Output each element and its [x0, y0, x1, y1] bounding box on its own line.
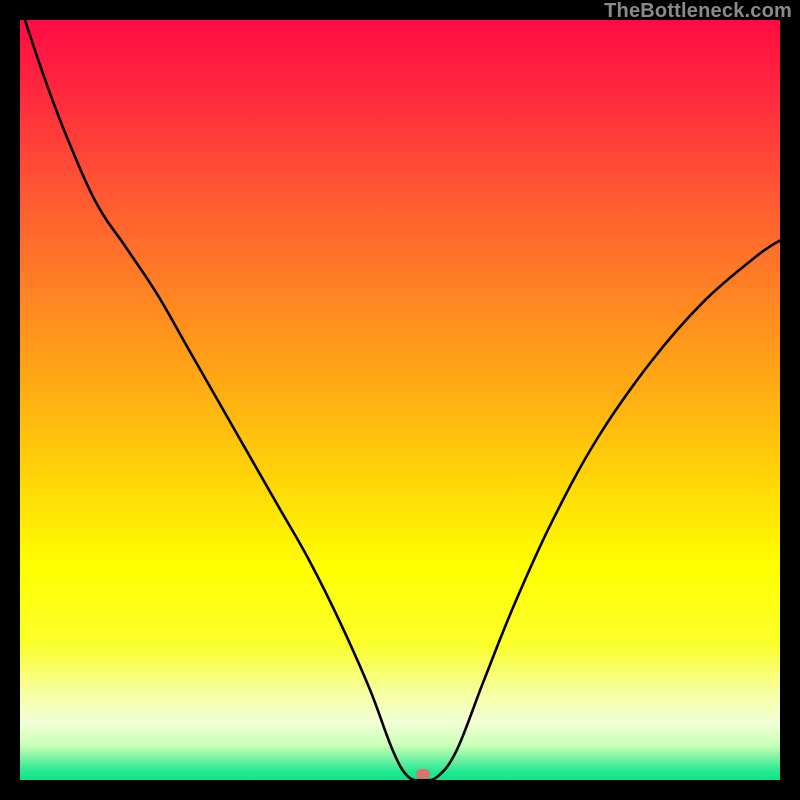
optimal-point-marker: [416, 769, 430, 779]
chart-frame: TheBottleneck.com: [0, 0, 800, 800]
plot-area: [20, 20, 780, 780]
bottleneck-curve: [20, 20, 780, 780]
